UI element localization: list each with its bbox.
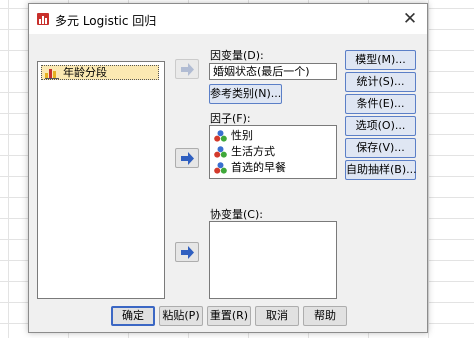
- dependent-field[interactable]: 婚姻状态(最后一个): [209, 63, 337, 80]
- reset-button[interactable]: 重置(R): [207, 306, 251, 326]
- nominal-balls-icon: [214, 130, 227, 142]
- help-button[interactable]: 帮助: [303, 306, 347, 326]
- reference-category-button[interactable]: 参考类别(N)...: [209, 84, 282, 104]
- dependent-label: 因变量(D):: [210, 49, 264, 62]
- nominal-balls-icon: [214, 162, 227, 174]
- bootstrap-button[interactable]: 自助抽样(B)...: [345, 160, 417, 180]
- close-button[interactable]: ✕: [399, 8, 421, 30]
- list-item-label: 首选的早餐: [231, 161, 286, 174]
- nominal-balls-icon: [214, 146, 227, 158]
- paste-button[interactable]: 粘贴(P): [159, 306, 203, 326]
- ok-button[interactable]: 确定: [111, 306, 155, 326]
- dialog-title: 多元 Logistic 回归: [55, 14, 157, 28]
- list-item-label: 年龄分段: [63, 66, 107, 79]
- factors-label: 因子(F):: [210, 112, 251, 125]
- covariates-list[interactable]: [209, 221, 337, 299]
- arrow-right-icon: [181, 63, 194, 76]
- spss-app-icon: [37, 13, 49, 25]
- arrow-right-icon: [181, 152, 194, 165]
- save-button[interactable]: 保存(V)...: [345, 138, 416, 158]
- list-item-label: 性别: [231, 129, 253, 142]
- factors-list[interactable]: 性别 生活方式 首选的早餐: [209, 125, 337, 179]
- title-bar: 多元 Logistic 回归 ✕: [29, 4, 427, 34]
- list-item-label: 生活方式: [231, 145, 275, 158]
- list-item[interactable]: 年龄分段: [41, 65, 159, 80]
- source-variable-list[interactable]: 年龄分段: [37, 61, 165, 299]
- covariates-label: 协变量(C):: [210, 208, 263, 221]
- arrow-right-icon: [181, 246, 194, 259]
- model-button[interactable]: 模型(M)...: [345, 50, 416, 70]
- move-to-factors-button[interactable]: [175, 148, 199, 168]
- move-to-covariates-button[interactable]: [175, 242, 199, 262]
- scale-ruler-icon: [45, 69, 59, 79]
- multinomial-logistic-dialog: 多元 Logistic 回归 ✕ 年龄分段 因变量(D): 婚姻状态(最后一个)…: [28, 3, 428, 333]
- cancel-button[interactable]: 取消: [255, 306, 299, 326]
- statistics-button[interactable]: 统计(S)...: [345, 72, 416, 92]
- criteria-button[interactable]: 条件(E)...: [345, 94, 416, 114]
- move-to-dependent-button[interactable]: [175, 59, 199, 79]
- options-button[interactable]: 选项(O)...: [345, 116, 416, 136]
